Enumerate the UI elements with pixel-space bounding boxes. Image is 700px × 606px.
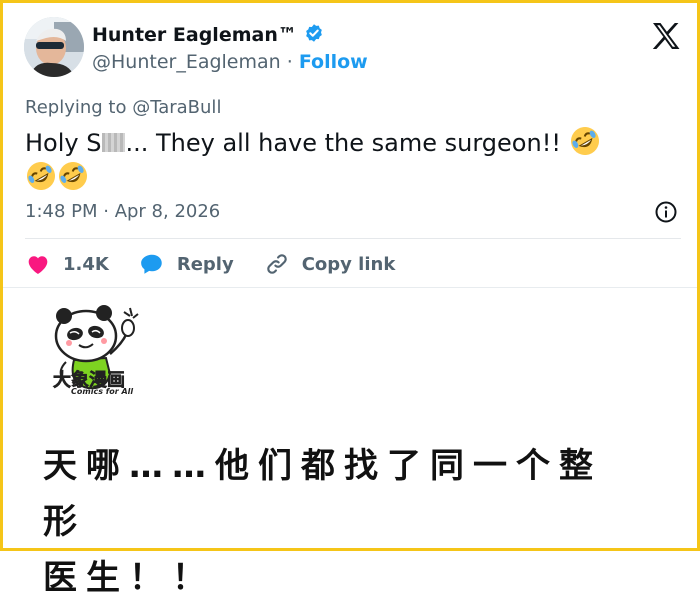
comic-caption: 天哪……他们都找了同一个整形 医生！！	[43, 438, 643, 606]
copy-link-button[interactable]: Copy link	[264, 251, 396, 277]
likes-count: 1.4K	[63, 253, 109, 275]
follow-button[interactable]: Follow	[299, 51, 368, 73]
copy-link-label: Copy link	[301, 253, 396, 275]
author-handle-row: @Hunter_Eagleman · Follow	[92, 51, 368, 73]
reply-label: Reply	[176, 253, 234, 275]
brand-tagline: Comics for All	[71, 387, 134, 396]
author-name-row: Hunter Eagleman™	[92, 23, 324, 47]
replying-to-mention[interactable]: @TaraBull	[132, 97, 221, 118]
author-display-name[interactable]: Hunter Eagleman™	[92, 24, 297, 46]
rolling-laughing-emoji	[25, 160, 57, 192]
tweet-card: Hunter Eagleman™ @Hunter_Eagleman · Foll…	[3, 3, 697, 287]
link-icon	[266, 254, 287, 274]
tweet-timestamp[interactable]: 1:48 PM · Apr 8, 2026	[25, 201, 220, 222]
divider	[25, 238, 681, 239]
tweet-text-start: Holy S	[25, 129, 102, 157]
caption-line: 医生！！	[43, 558, 215, 598]
comic-panel: 大象漫画 Comics for All 天哪……他们都找了同一个整形 医生！！	[3, 288, 697, 598]
avatar[interactable]	[24, 17, 84, 77]
redacted-blur	[102, 133, 126, 152]
replying-to-line: Replying to @TaraBull	[25, 97, 221, 118]
action-bar: 1.4K Reply Copy link	[25, 250, 425, 278]
info-icon[interactable]	[654, 200, 678, 224]
handle-separator: ·	[280, 51, 299, 73]
verified-badge-icon	[304, 23, 324, 47]
heart-icon	[28, 256, 48, 274]
like-button[interactable]: 1.4K	[25, 251, 109, 277]
x-logo-icon[interactable]	[651, 21, 681, 51]
reply-bubble-icon	[141, 254, 162, 274]
rolling-laughing-emoji	[569, 125, 601, 157]
reply-button[interactable]: Reply	[139, 251, 234, 277]
rolling-laughing-emoji	[57, 160, 89, 192]
post-frame: Hunter Eagleman™ @Hunter_Eagleman · Foll…	[0, 0, 700, 598]
tweet-text: Holy S ... They all have the same surgeon…	[25, 125, 665, 195]
caption-line: 天哪……他们都找了同一个整形	[43, 446, 602, 542]
author-handle[interactable]: @Hunter_Eagleman	[92, 51, 281, 73]
replying-prefix: Replying to	[25, 97, 133, 118]
tweet-text-rest: ... They all have the same surgeon!!	[125, 129, 569, 157]
